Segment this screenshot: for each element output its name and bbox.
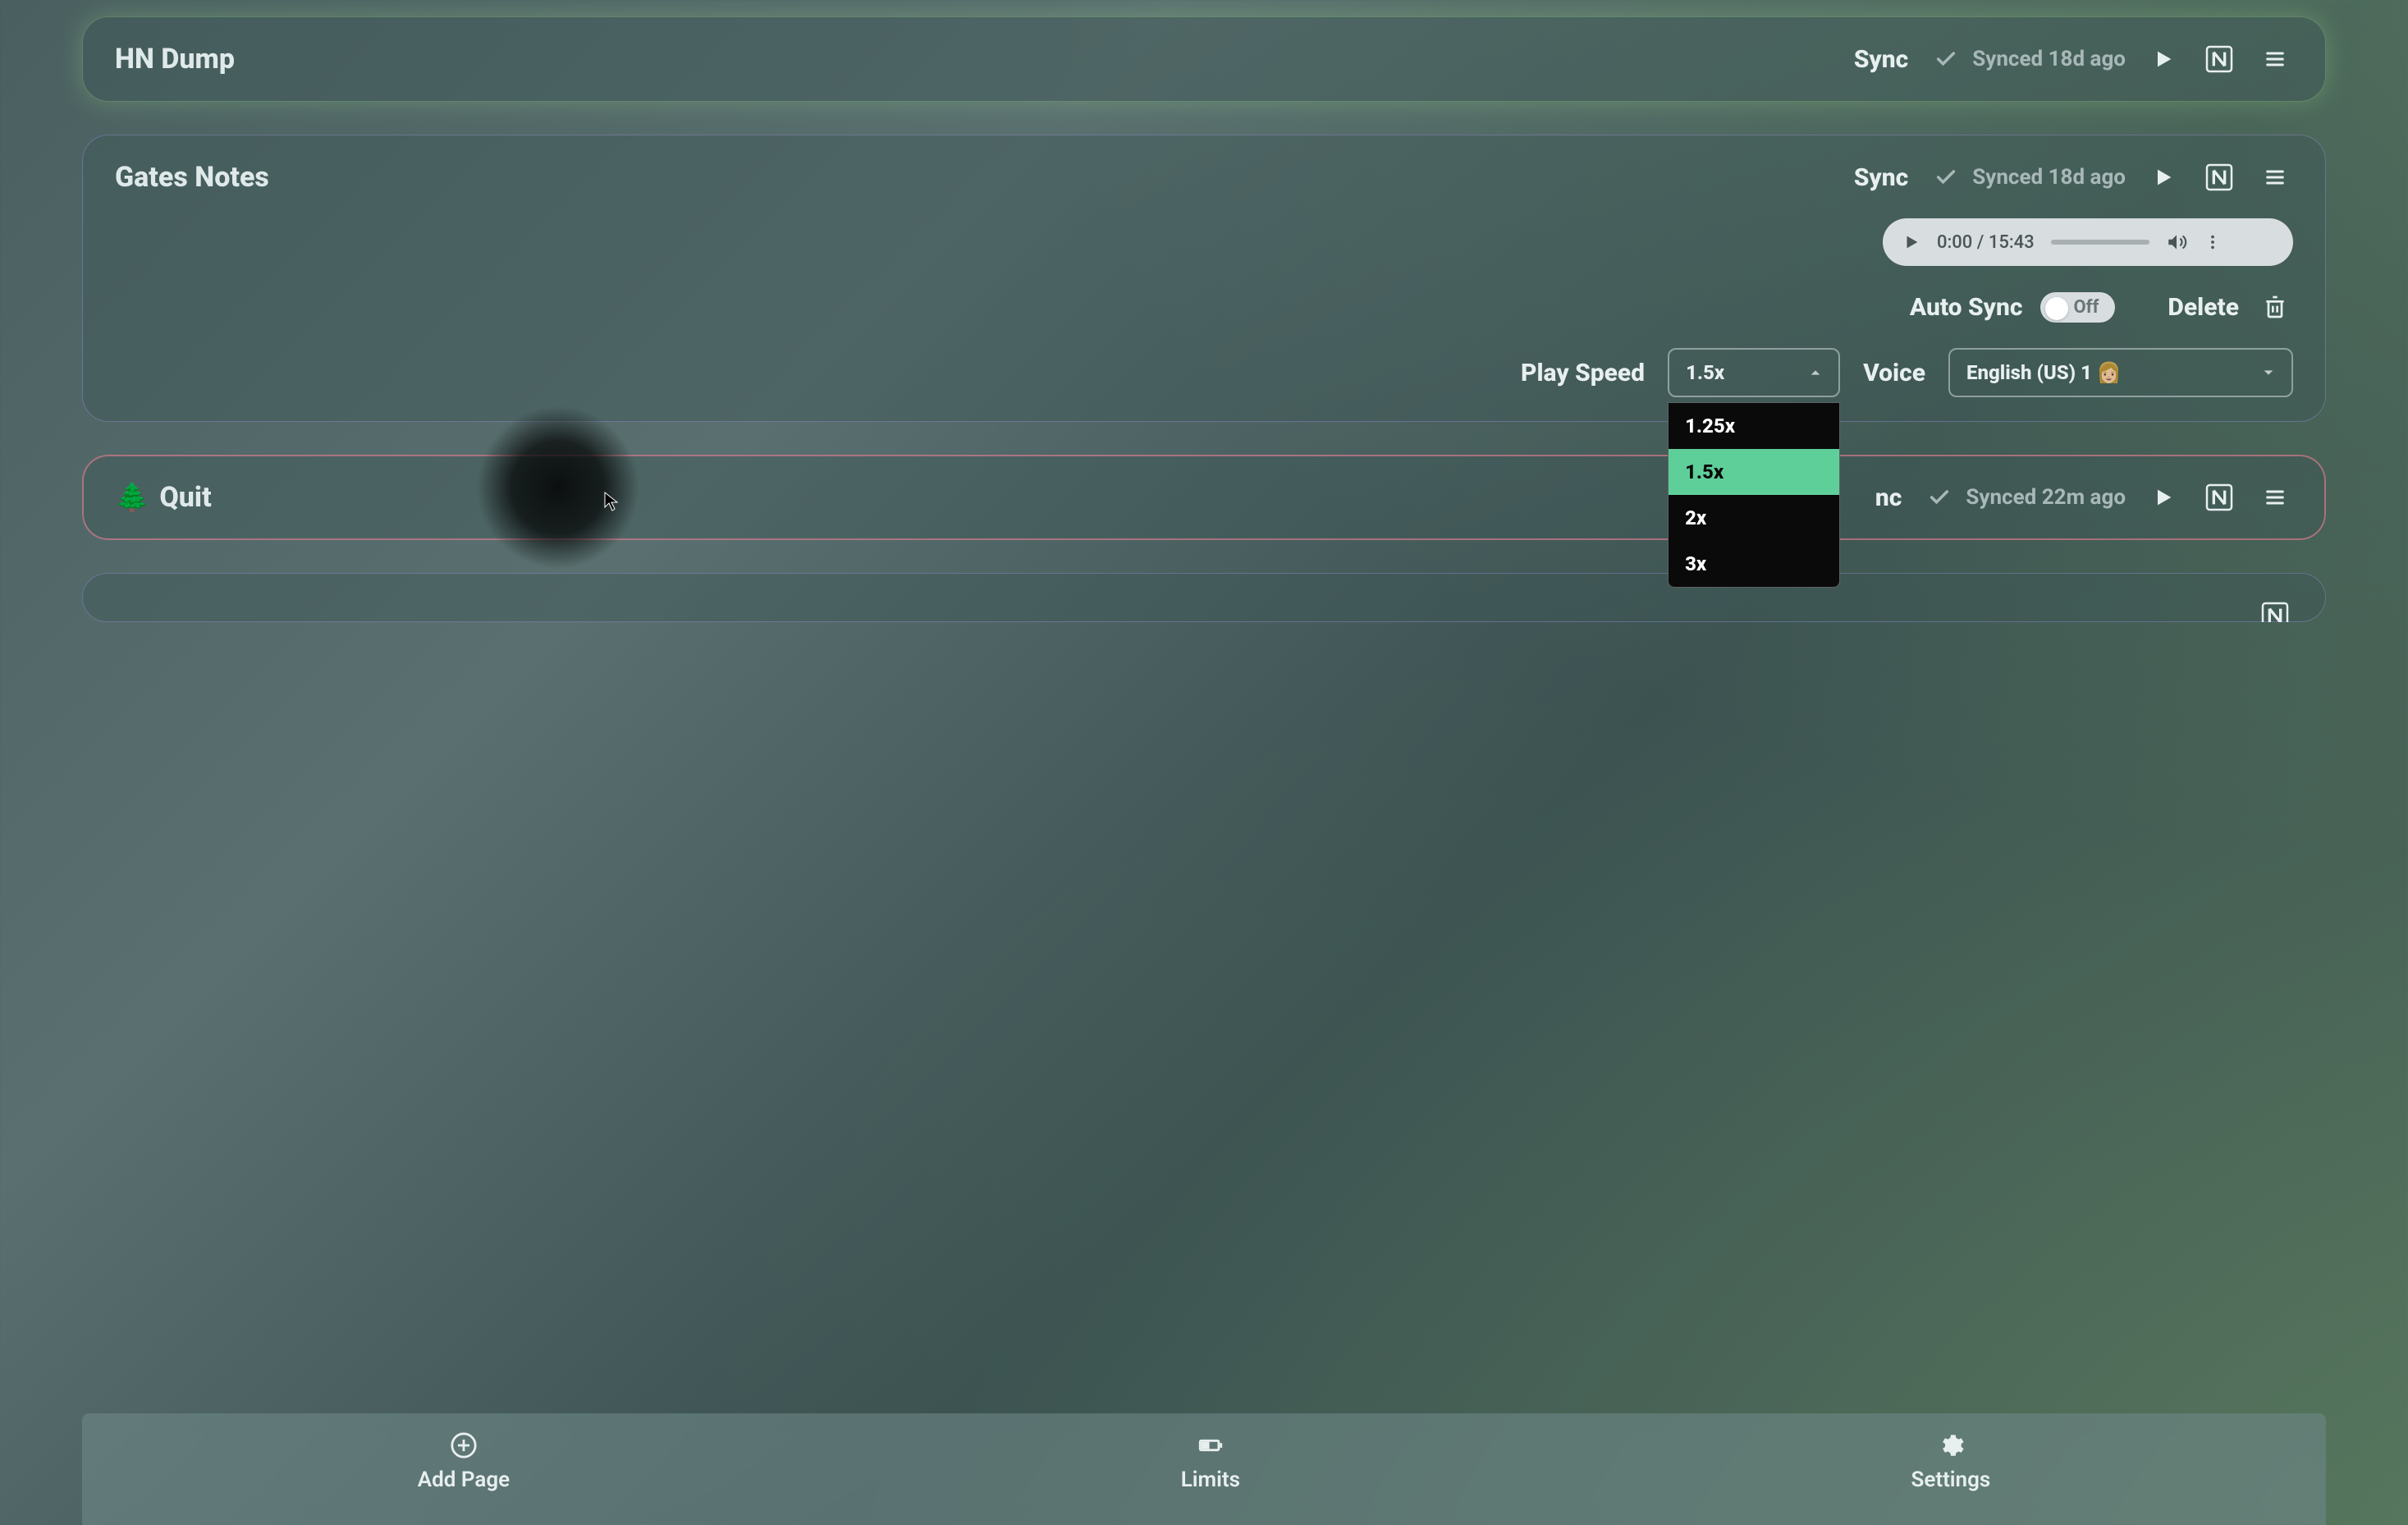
synced-text: Synced 18d ago — [1972, 47, 2126, 71]
sync-button[interactable]: Sync — [1854, 163, 1908, 192]
bottom-label: Limits — [1181, 1468, 1240, 1492]
page-card-hn-dump: HN Dump Sync Synced 18d ago — [82, 16, 2326, 102]
speed-option[interactable]: 1.25x — [1669, 403, 1839, 449]
card-emoji: 🌲 — [115, 481, 149, 514]
gear-icon — [1937, 1431, 1965, 1459]
speed-option[interactable]: 1.5x — [1669, 449, 1839, 495]
card-title: HN Dump — [115, 43, 1834, 76]
play-button[interactable] — [2145, 159, 2181, 195]
play-speed-select[interactable]: 1.5x — [1668, 348, 1840, 397]
card-expanded-body: 0:00 / 15:43 Auto Sync Off Delete Play S… — [115, 218, 2293, 397]
bottom-label: Settings — [1911, 1468, 1990, 1492]
card-title: 🌲 Quit — [115, 481, 1856, 514]
synced-text: Synced 22m ago — [1966, 485, 2126, 510]
volume-icon[interactable] — [2166, 231, 2187, 253]
play-button[interactable] — [2145, 479, 2181, 515]
sync-button[interactable]: nc — [1875, 483, 1902, 512]
delete-button[interactable]: Delete — [2168, 293, 2239, 322]
notion-icon[interactable] — [2257, 598, 2293, 622]
voice-value: English (US) 1 👩🏼 — [1966, 361, 2122, 384]
voice-label: Voice — [1863, 359, 1925, 387]
settings-button[interactable]: Settings — [1911, 1431, 1990, 1492]
trash-icon[interactable] — [2257, 289, 2293, 325]
speed-option[interactable]: 3x — [1669, 541, 1839, 587]
card-title-text: Quit — [159, 481, 211, 514]
caret-down-icon — [2262, 366, 2275, 379]
caret-up-icon — [1809, 366, 1822, 379]
audio-player[interactable]: 0:00 / 15:43 — [1883, 218, 2293, 266]
card-title: Gates Notes — [115, 161, 1834, 194]
auto-sync-toggle[interactable]: Off — [2040, 292, 2115, 323]
audio-progress-bar[interactable] — [2051, 240, 2149, 245]
notion-icon[interactable] — [2201, 479, 2237, 515]
audio-menu-icon[interactable] — [2204, 233, 2222, 251]
notion-icon[interactable] — [2201, 41, 2237, 77]
synced-text: Synced 18d ago — [1972, 165, 2126, 190]
play-speed-label: Play Speed — [1521, 359, 1645, 387]
play-speed-value: 1.5x — [1686, 361, 1724, 384]
card-header: 🌲 Quit nc Synced 22m ago — [115, 479, 2293, 515]
play-button[interactable] — [2145, 41, 2181, 77]
page-card-gates-notes: Gates Notes Sync Synced 18d ago 0:00 / 1… — [82, 135, 2326, 422]
card-header: Gates Notes Sync Synced 18d ago — [115, 159, 2293, 195]
voice-select[interactable]: English (US) 1 👩🏼 — [1948, 348, 2293, 397]
sync-status: Synced 18d ago — [1928, 159, 2126, 195]
battery-icon — [1197, 1431, 1225, 1459]
page-card-partial — [82, 573, 2326, 622]
auto-sync-delete-row: Auto Sync Off Delete — [1910, 289, 2293, 325]
limits-button[interactable]: Limits — [1181, 1431, 1240, 1492]
check-icon — [1921, 479, 1957, 515]
bottom-nav: Add Page Limits Settings — [82, 1413, 2326, 1525]
sync-button[interactable]: Sync — [1854, 45, 1908, 74]
plus-circle-icon — [450, 1431, 478, 1459]
audio-play-icon[interactable] — [1902, 233, 1920, 251]
card-header: HN Dump Sync Synced 18d ago — [115, 41, 2293, 77]
menu-icon[interactable] — [2257, 479, 2293, 515]
play-speed-dropdown: 1.25x 1.5x 2x 3x — [1668, 402, 1840, 588]
auto-sync-label: Auto Sync — [1910, 293, 2023, 322]
add-page-button[interactable]: Add Page — [418, 1431, 510, 1492]
sync-status: Synced 22m ago — [1921, 479, 2126, 515]
speed-option[interactable]: 2x — [1669, 495, 1839, 541]
audio-time: 0:00 / 15:43 — [1937, 232, 2035, 253]
menu-icon[interactable] — [2257, 159, 2293, 195]
card-header — [115, 598, 2293, 622]
check-icon — [1928, 41, 1964, 77]
notion-icon[interactable] — [2201, 159, 2237, 195]
bottom-label: Add Page — [418, 1468, 510, 1492]
sync-status: Synced 18d ago — [1928, 41, 2126, 77]
check-icon — [1928, 159, 1964, 195]
menu-icon[interactable] — [2257, 41, 2293, 77]
page-card-quit: 🌲 Quit nc Synced 22m ago — [82, 455, 2326, 540]
playback-settings-row: Play Speed 1.5x 1.25x 1.5x 2x 3x Voice E… — [115, 348, 2293, 397]
